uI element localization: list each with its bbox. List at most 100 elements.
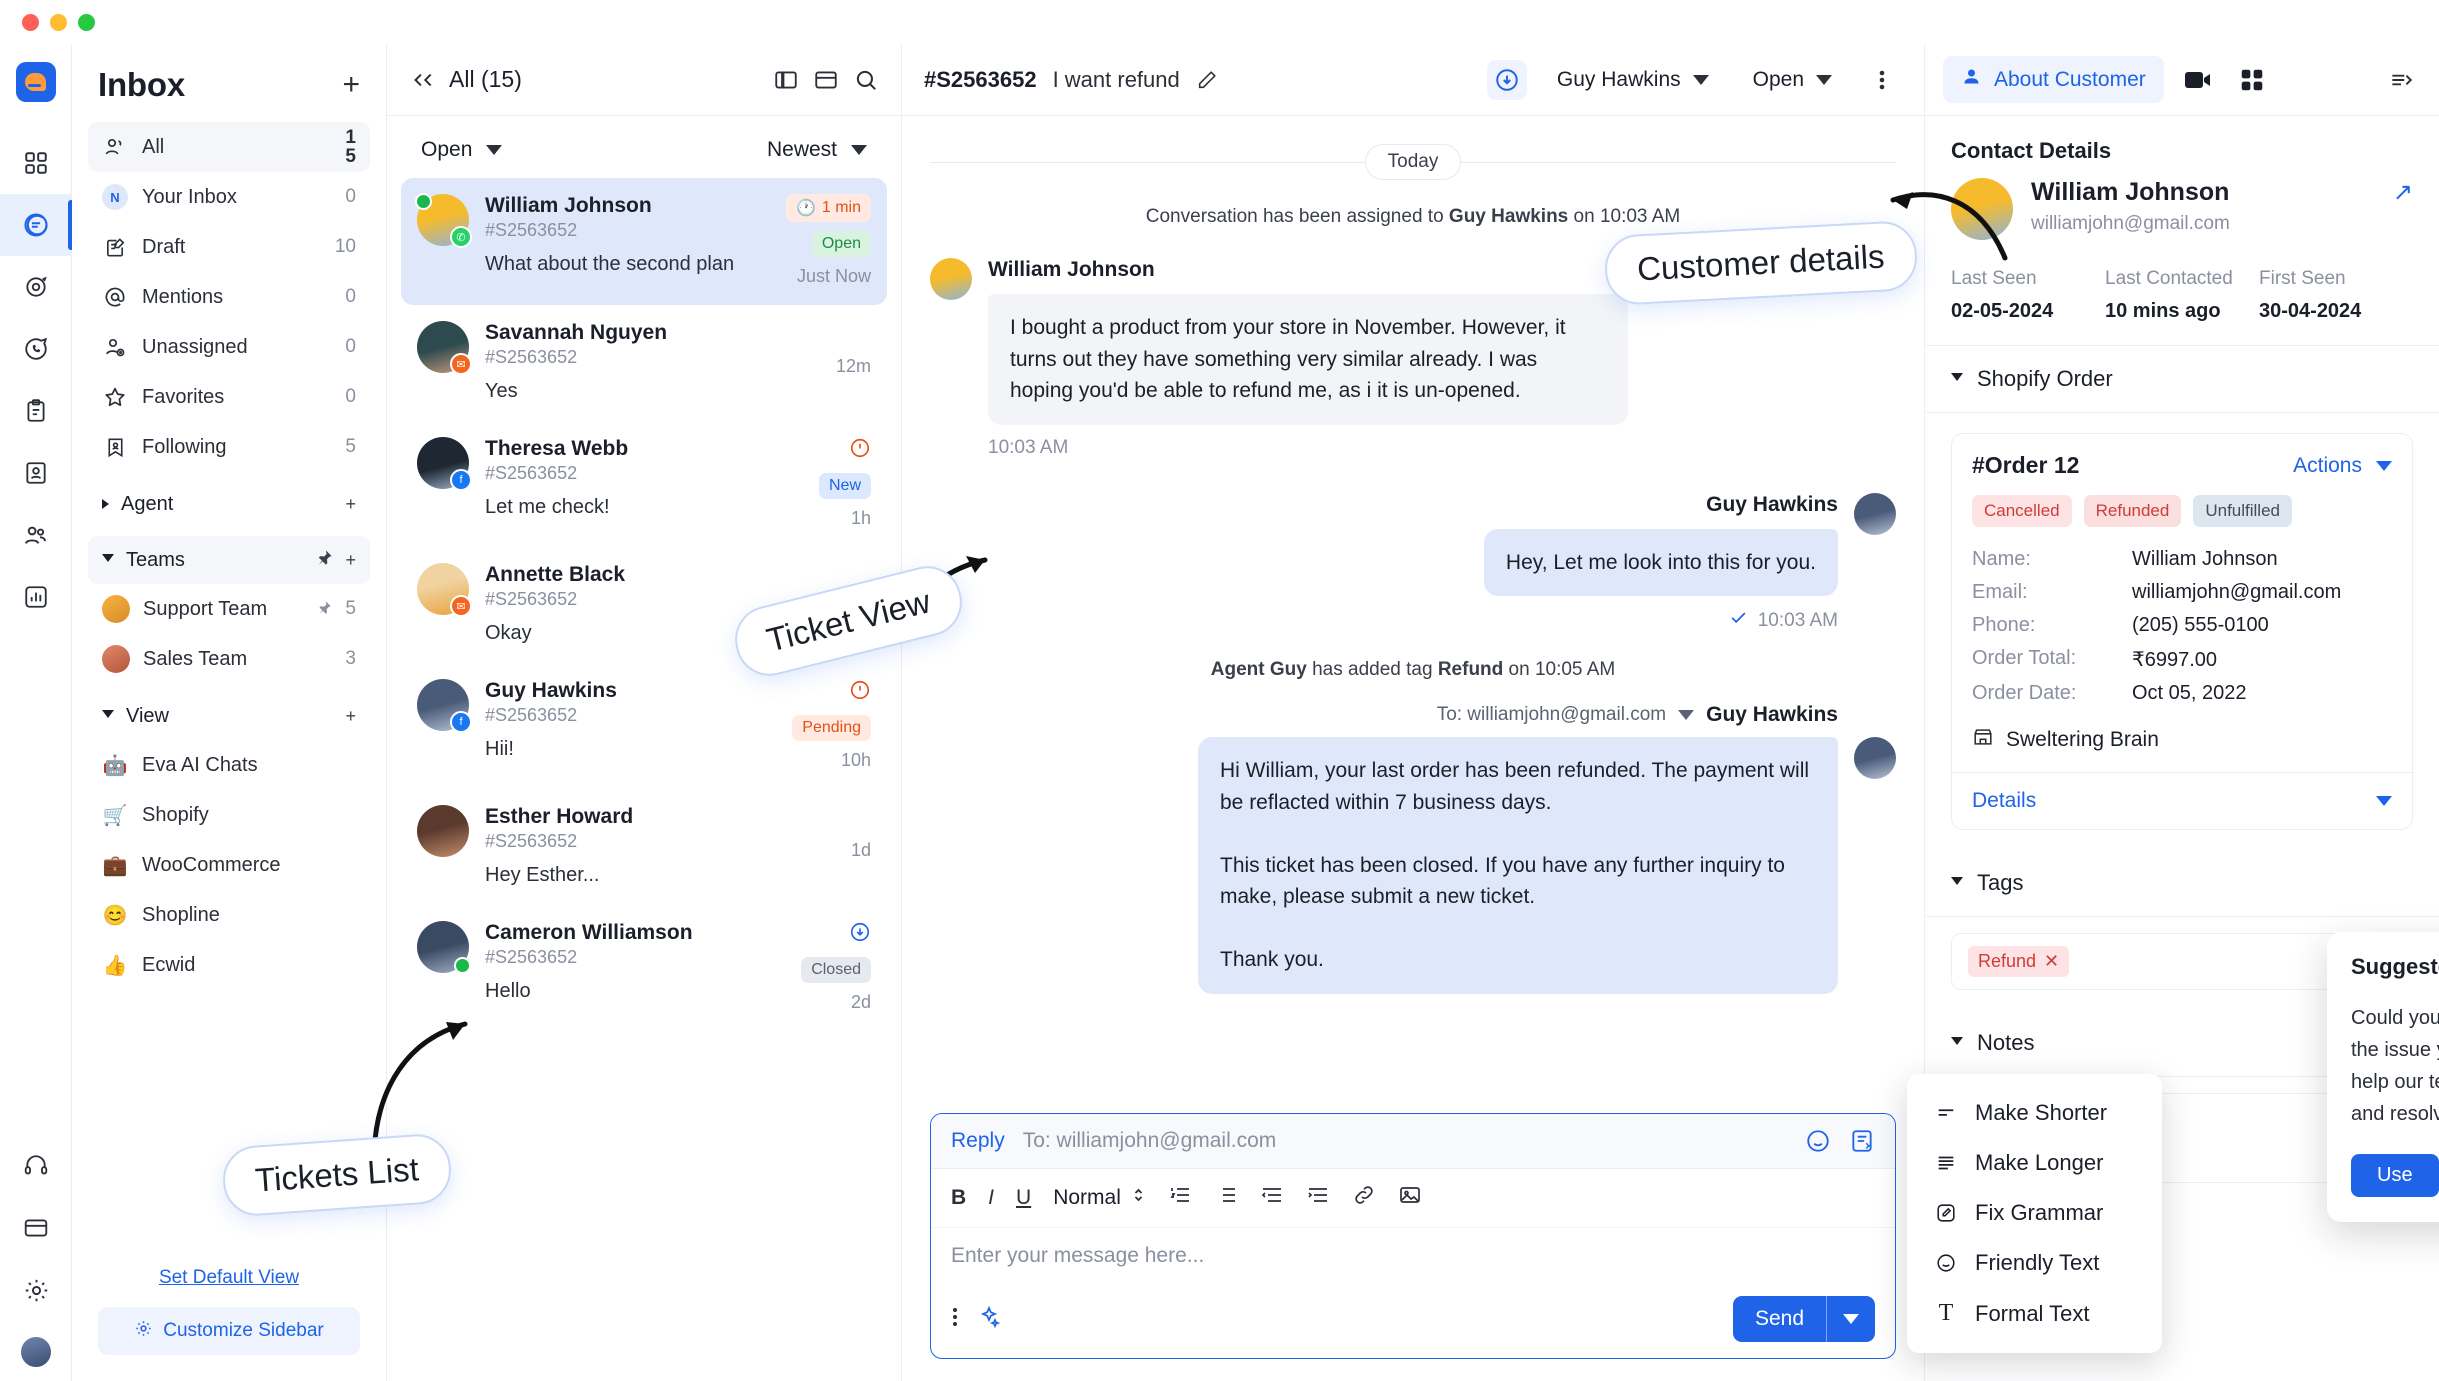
- open-external-icon[interactable]: ↗: [2393, 178, 2413, 207]
- image-button[interactable]: [1398, 1183, 1422, 1213]
- italic-button[interactable]: I: [988, 1186, 994, 1210]
- ai-friendly-text[interactable]: Friendly Text: [1907, 1238, 2162, 1288]
- send-button[interactable]: Send: [1733, 1296, 1875, 1342]
- order-id: #Order 12: [1972, 452, 2293, 479]
- send-options-icon[interactable]: [1827, 1303, 1875, 1335]
- sidebar-group-view[interactable]: View +: [88, 692, 370, 740]
- rail-item-reports[interactable]: [0, 566, 72, 628]
- ordered-list-button[interactable]: [1168, 1183, 1192, 1213]
- rail-item-billing[interactable]: [0, 1197, 72, 1259]
- star-icon: [102, 385, 128, 409]
- table-row[interactable]: ✉ Savannah Nguyen #S2563652 Yes 12m: [401, 305, 887, 421]
- window-maximize-button[interactable]: [78, 14, 95, 31]
- ai-make-shorter[interactable]: Make Shorter: [1907, 1088, 2162, 1138]
- sidebar-item-favorites[interactable]: Favorites 0: [88, 372, 370, 422]
- attachment-more-icon[interactable]: [951, 1305, 959, 1334]
- collapse-right-icon[interactable]: [2381, 60, 2421, 100]
- table-row[interactable]: Esther Howard #S2563652 Hey Esther... 1d: [401, 789, 887, 905]
- sidebar-item-unassigned[interactable]: Unassigned 0: [88, 322, 370, 372]
- window-minimize-button[interactable]: [50, 14, 67, 31]
- sidebar-item-all[interactable]: All 1 5: [88, 122, 370, 172]
- format-dropdown[interactable]: Normal: [1053, 1185, 1146, 1211]
- rail-item-inbox[interactable]: [0, 194, 72, 256]
- ticket-name: Cameron Williamson: [485, 921, 743, 945]
- sidebar-view-shopify[interactable]: 🛒 Shopify: [88, 790, 370, 840]
- video-icon[interactable]: [2178, 60, 2218, 100]
- sparkle-ai-icon[interactable]: [977, 1305, 1001, 1334]
- message-input[interactable]: Enter your message here...: [931, 1228, 1895, 1284]
- customize-sidebar-button[interactable]: Customize Sidebar: [98, 1307, 360, 1355]
- view-add-icon[interactable]: +: [345, 706, 356, 727]
- sidebar-view-ecwid[interactable]: 👍 Ecwid: [88, 940, 370, 990]
- sidebar-item-following[interactable]: Following 5: [88, 422, 370, 472]
- bold-button[interactable]: B: [951, 1186, 966, 1210]
- assignee-dropdown[interactable]: Guy Hawkins: [1543, 60, 1723, 100]
- underline-button[interactable]: U: [1016, 1186, 1031, 1210]
- sort-filter-dropdown[interactable]: Newest: [755, 132, 879, 168]
- shopify-order-section-header[interactable]: Shopify Order: [1925, 346, 2439, 413]
- edit-pencil-icon[interactable]: [1196, 69, 1218, 91]
- link-button[interactable]: [1352, 1183, 1376, 1213]
- sidebar-view-woocommerce[interactable]: 💼 WooCommerce: [88, 840, 370, 890]
- split-view-icon[interactable]: [773, 67, 799, 93]
- sidebar-item-draft[interactable]: Draft 10: [88, 222, 370, 272]
- order-details-toggle[interactable]: Details: [1952, 772, 2412, 829]
- ticket-id: #S2563652: [485, 463, 743, 484]
- tab-about-customer[interactable]: About Customer: [1943, 56, 2164, 103]
- table-row[interactable]: ✆ William Johnson #S2563652 What about t…: [401, 178, 887, 305]
- set-default-view-link[interactable]: Set Default View: [159, 1267, 299, 1289]
- sidebar-group-agent[interactable]: Agent +: [88, 480, 370, 528]
- status-dropdown[interactable]: Open: [1739, 60, 1846, 100]
- reply-mode-label[interactable]: Reply: [951, 1129, 1005, 1153]
- sidebar-team-support[interactable]: Support Team 5: [88, 584, 370, 634]
- rail-item-automation[interactable]: [0, 256, 72, 318]
- rail-item-help[interactable]: [0, 1135, 72, 1197]
- rail-item-contacts[interactable]: [0, 442, 72, 504]
- window-close-button[interactable]: [22, 14, 39, 31]
- sidebar-view-eva-ai-chats[interactable]: 🤖 Eva AI Chats: [88, 740, 370, 790]
- sidebar-item-mentions[interactable]: Mentions 0: [88, 272, 370, 322]
- indent-increase-button[interactable]: [1306, 1183, 1330, 1213]
- search-icon[interactable]: [853, 67, 879, 93]
- rail-item-tasks[interactable]: [0, 380, 72, 442]
- list-view-icon[interactable]: [813, 67, 839, 93]
- ai-assist-icon[interactable]: [1849, 1128, 1875, 1154]
- collapse-left-icon[interactable]: [409, 67, 435, 93]
- use-button[interactable]: Use: [2351, 1154, 2439, 1197]
- download-circle-icon[interactable]: [1487, 60, 1527, 100]
- tags-section-header[interactable]: Tags: [1925, 850, 2439, 917]
- more-options-icon[interactable]: [1862, 60, 1902, 100]
- rail-item-whatsapp[interactable]: [0, 318, 72, 380]
- sidebar-team-sales[interactable]: Sales Team 3: [88, 634, 370, 684]
- agent-add-icon[interactable]: +: [345, 494, 356, 515]
- current-user-avatar[interactable]: [19, 1335, 53, 1369]
- download-circle-icon[interactable]: [849, 921, 871, 948]
- table-row[interactable]: f Theresa Webb #S2563652 Let me check!: [401, 421, 887, 547]
- chevron-down-icon[interactable]: [1678, 710, 1694, 720]
- rail-item-team[interactable]: [0, 504, 72, 566]
- teams-add-icon[interactable]: +: [345, 550, 356, 571]
- sidebar-add-button[interactable]: +: [342, 70, 360, 100]
- apps-grid-icon[interactable]: [2232, 60, 2272, 100]
- bullet-list-button[interactable]: [1214, 1183, 1238, 1213]
- sidebar-group-teams[interactable]: Teams +: [88, 536, 370, 584]
- order-actions-dropdown[interactable]: Actions: [2293, 454, 2392, 478]
- section-label: Shopify Order: [1977, 366, 2113, 392]
- table-row[interactable]: f Guy Hawkins #S2563652 Hii! Pendin: [401, 663, 887, 789]
- ai-make-longer[interactable]: Make Longer: [1907, 1138, 2162, 1188]
- facebook-icon: f: [450, 711, 472, 733]
- emoji-ai-icon[interactable]: [1805, 1128, 1831, 1154]
- ai-formal-text[interactable]: T Formal Text: [1907, 1288, 2162, 1339]
- remove-tag-icon[interactable]: ✕: [2044, 951, 2059, 972]
- pin-icon[interactable]: [317, 599, 332, 620]
- view-label: Shopline: [142, 904, 220, 927]
- pin-icon[interactable]: [316, 549, 333, 571]
- sidebar-item-your-inbox[interactable]: N Your Inbox 0: [88, 172, 370, 222]
- rail-item-settings[interactable]: [0, 1259, 72, 1321]
- indent-decrease-button[interactable]: [1260, 1183, 1284, 1213]
- field-key: Name:: [1972, 548, 2132, 571]
- rail-item-dashboard[interactable]: [0, 132, 72, 194]
- ai-fix-grammar[interactable]: Fix Grammar: [1907, 1188, 2162, 1238]
- status-filter-dropdown[interactable]: Open: [409, 132, 514, 168]
- sidebar-view-shopline[interactable]: 😊 Shopline: [88, 890, 370, 940]
